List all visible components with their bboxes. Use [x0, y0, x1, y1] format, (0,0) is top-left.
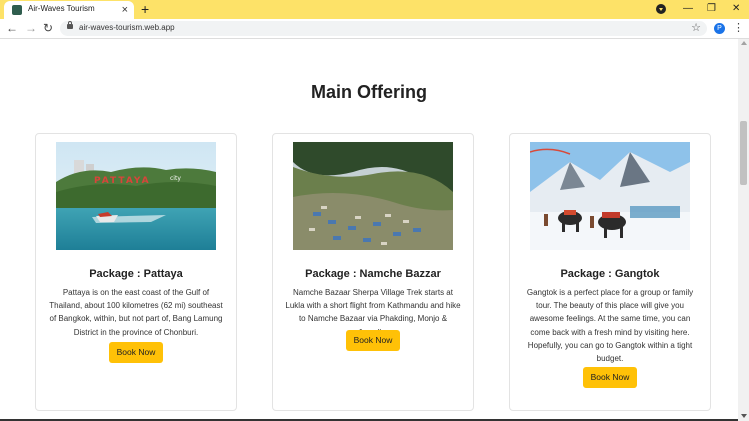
card-description: Pattaya is on the east coast of the Gulf… [49, 288, 223, 337]
namche-bazzar-photo [293, 142, 453, 250]
scroll-down-icon[interactable] [741, 414, 747, 418]
browser-tab[interactable]: Air-Waves Tourism × [4, 1, 134, 19]
restore-icon[interactable]: ❐ [707, 1, 716, 17]
forward-arrow-icon[interactable]: → [25, 20, 37, 36]
card-heading: Package : Gangtok [560, 268, 660, 280]
book-now-button[interactable]: Book Now [583, 367, 637, 388]
pattaya-sign-city: city [170, 175, 181, 182]
page-scrollbar[interactable] [738, 39, 749, 421]
scroll-thumb[interactable] [740, 121, 747, 185]
card-heading: Package : Namche Bazzar [305, 268, 441, 280]
site-favicon-icon [12, 5, 22, 15]
package-card-gangtok: Package : Gangtok Gangtok is a perfect p… [509, 133, 711, 411]
lock-icon[interactable] [67, 21, 73, 29]
pattaya-sign-text: PATTAYA [94, 176, 151, 186]
tab-search-icon[interactable] [656, 4, 666, 14]
profile-avatar[interactable]: P [714, 23, 725, 34]
browser-toolbar: ← → ↻ air-waves-tourism.web.app ☆ P ⋮ [0, 19, 749, 39]
pattaya-photo: PATTAYA city [56, 142, 216, 250]
minimize-icon[interactable]: — [683, 1, 693, 17]
back-arrow-icon[interactable]: ← [6, 20, 18, 36]
url-text[interactable]: air-waves-tourism.web.app [79, 23, 175, 32]
tab-close-icon[interactable]: × [122, 2, 128, 18]
browser-tab-bar: Air-Waves Tourism × + — ❐ ✕ [0, 0, 749, 19]
gangtok-photo [530, 142, 690, 250]
card-heading: Package : Pattaya [89, 268, 183, 280]
page-content: Main Offering PATTAYA city Package: Pat… [0, 39, 738, 421]
bookmark-star-icon[interactable]: ☆ [691, 21, 701, 36]
book-now-button[interactable]: Book Now [346, 330, 400, 351]
package-card-pattaya: PATTAYA city Package : Pattaya Pattaya i… [35, 133, 237, 411]
browser-menu-icon[interactable]: ⋮ [733, 21, 744, 36]
tab-title: Air-Waves Tourism [28, 4, 95, 13]
package-card-namche-bazzar: Package : Namche Bazzar Namche Bazaar Sh… [272, 133, 474, 411]
card-description: Gangtok is a perfect place for a group o… [526, 288, 694, 364]
scroll-up-icon[interactable] [741, 41, 747, 45]
new-tab-button[interactable]: + [141, 1, 149, 17]
window-close-icon[interactable]: ✕ [732, 1, 740, 17]
book-now-button[interactable]: Book Now [109, 342, 163, 363]
section-title: Main Offering [311, 82, 427, 102]
reload-icon[interactable]: ↻ [43, 20, 53, 36]
address-bar[interactable]: air-waves-tourism.web.app ☆ [60, 21, 707, 36]
